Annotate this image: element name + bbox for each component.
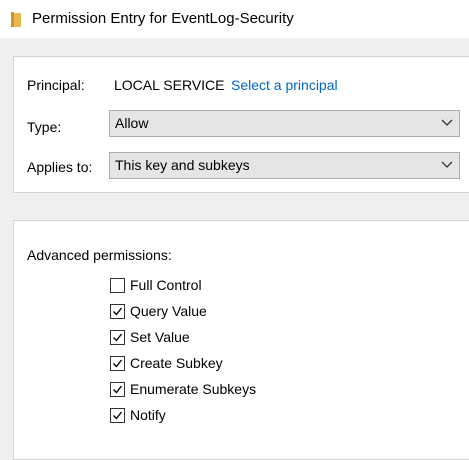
permission-label: Set Value	[130, 329, 190, 345]
select-principal-link[interactable]: Select a principal	[231, 77, 338, 93]
applies-to-label: Applies to:	[27, 159, 93, 175]
type-selected: Allow	[115, 115, 149, 131]
permission-label: Query Value	[130, 303, 207, 319]
checkmark-icon	[113, 411, 123, 420]
checkbox[interactable]	[110, 356, 125, 371]
applies-to-dropdown[interactable]: This key and subkeys	[109, 152, 460, 179]
checkbox[interactable]	[110, 304, 125, 319]
window-title: Permission Entry for EventLog-Security	[32, 10, 294, 27]
title-bar: Permission Entry for EventLog-Security	[0, 0, 469, 38]
checkmark-icon	[113, 333, 123, 342]
checkbox[interactable]	[110, 278, 125, 293]
checkbox[interactable]	[110, 408, 125, 423]
permission-label: Notify	[130, 407, 166, 423]
principal-panel: Principal: LOCAL SERVICE Select a princi…	[13, 56, 469, 193]
applies-to-selected: This key and subkeys	[115, 157, 250, 173]
permission-label: Full Control	[130, 277, 202, 293]
advanced-permissions-heading: Advanced permissions:	[27, 247, 172, 263]
checkbox[interactable]	[110, 330, 125, 345]
checkmark-icon	[113, 307, 123, 316]
principal-value: LOCAL SERVICE	[114, 77, 225, 93]
type-dropdown[interactable]: Allow	[109, 110, 460, 137]
type-label: Type:	[27, 119, 62, 135]
chevron-down-icon	[441, 161, 453, 168]
principal-label: Principal:	[27, 77, 85, 93]
advanced-permissions-panel: Advanced permissions: Full Control Query…	[13, 220, 469, 460]
permission-label: Enumerate Subkeys	[130, 381, 257, 397]
checkmark-icon	[113, 359, 123, 368]
permission-label: Create Subkey	[130, 355, 223, 371]
checkmark-icon	[113, 385, 123, 394]
chevron-down-icon	[441, 119, 453, 126]
folder-icon	[11, 12, 21, 27]
checkbox[interactable]	[110, 382, 125, 397]
